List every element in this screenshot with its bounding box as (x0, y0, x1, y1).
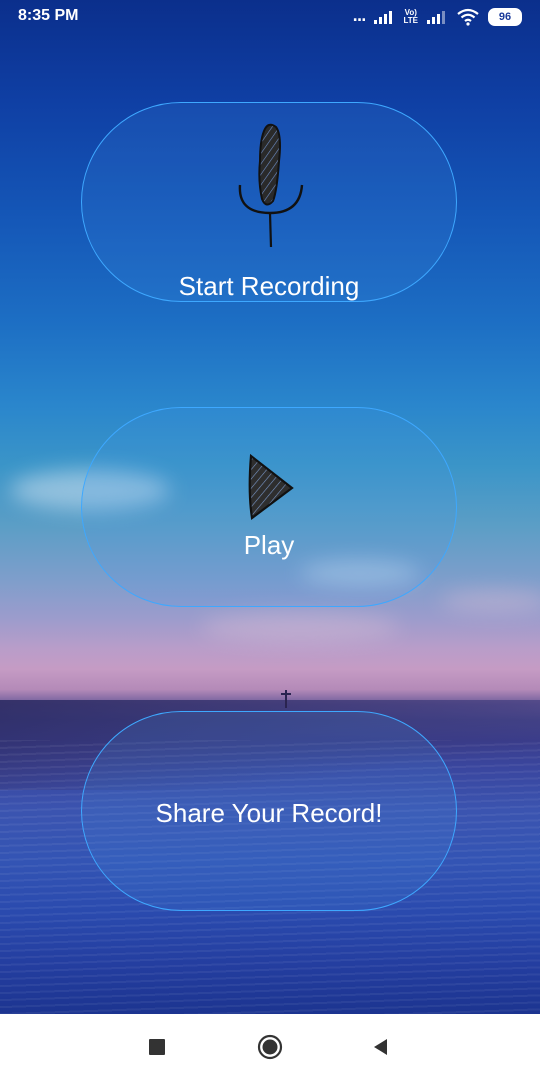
microphone-icon (238, 123, 304, 248)
utility-pole (281, 690, 291, 708)
play-icon (248, 453, 294, 520)
navigation-bar (0, 1014, 540, 1080)
triangle-back-icon (374, 1039, 387, 1055)
cloud-decoration (200, 612, 400, 642)
more-notifications-icon: ... (352, 9, 367, 25)
status-time: 8:35 PM (18, 7, 79, 24)
share-record-button[interactable]: Share Your Record! (81, 711, 457, 911)
status-icons: ... Vo) LTE 96 (353, 6, 522, 28)
signal-strength-2-icon (427, 11, 445, 24)
status-bar: 8:35 PM ... Vo) LTE 96 (0, 0, 540, 34)
start-recording-button[interactable]: Start Recording (81, 102, 457, 302)
square-icon (149, 1039, 165, 1055)
volte-icon: Vo) LTE (403, 9, 418, 25)
app-screen: 8:35 PM ... Vo) LTE 96 Start Recording P… (0, 0, 540, 1014)
volte-bottom-label: LTE (403, 16, 418, 25)
start-recording-label: Start Recording (178, 271, 360, 301)
play-button[interactable]: Play (81, 407, 457, 607)
recents-button[interactable] (142, 1032, 172, 1062)
back-button[interactable] (366, 1032, 396, 1062)
battery-indicator: 96 (488, 8, 522, 26)
share-record-label: Share Your Record! (155, 798, 383, 828)
signal-strength-icon (374, 11, 393, 24)
home-button[interactable] (255, 1032, 285, 1062)
play-label: Play (243, 530, 295, 560)
wifi-icon (457, 8, 479, 26)
cloud-decoration (440, 590, 540, 612)
circle-icon (257, 1034, 283, 1060)
